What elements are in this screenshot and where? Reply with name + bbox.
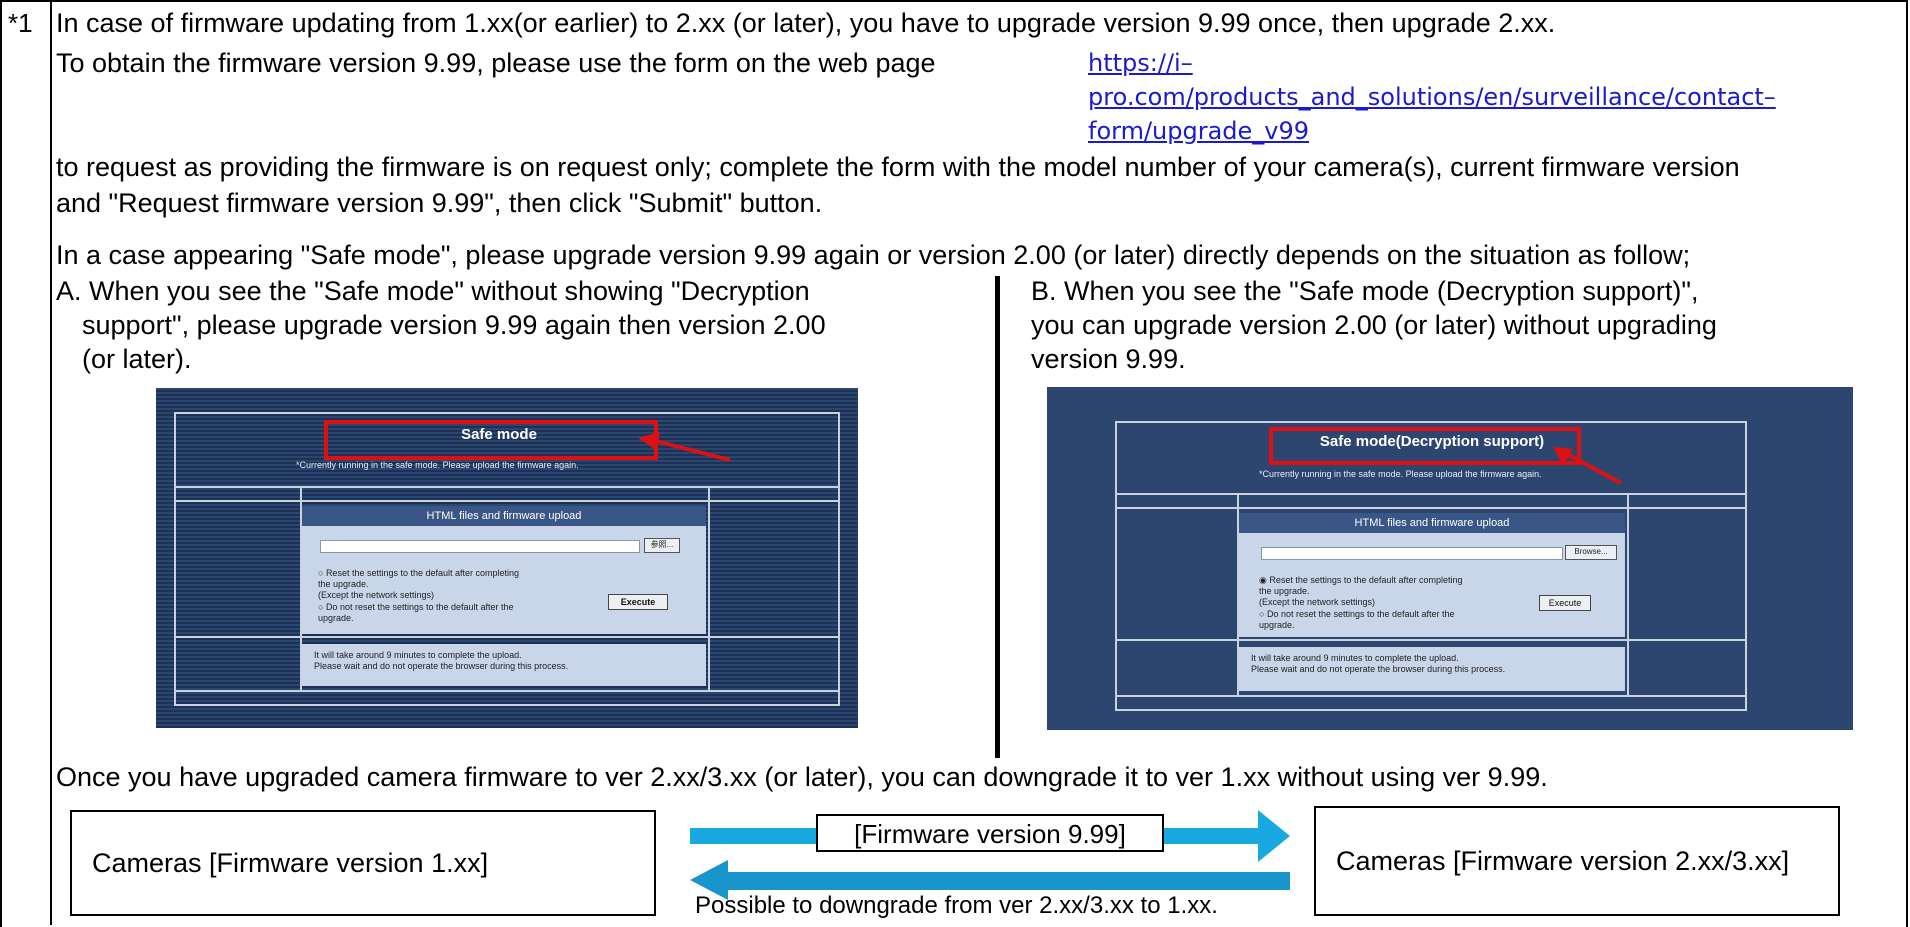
request-form-link[interactable]: https://i– pro.com/products_and_solution… (1088, 46, 1776, 148)
browse-button[interactable]: 参照... (644, 538, 680, 553)
case-b-line: B. When you see the "Safe mode (Decrypti… (1031, 276, 1699, 306)
link-line: https://i– (1088, 49, 1193, 77)
upload-header: HTML files and firmware upload (1239, 513, 1625, 533)
option-keep-line: ○ Do not reset the settings to the defau… (318, 602, 514, 612)
para-safe-mode: In a case appearing "Safe mode", please … (56, 240, 1691, 270)
case-divider (995, 276, 1000, 758)
option-reset[interactable]: ◉ Reset the settings to the default afte… (1259, 575, 1462, 608)
option-reset-line: (Except the network settings) (318, 590, 435, 600)
case-b-text: B. When you see the "Safe mode (Decrypti… (1031, 274, 1717, 376)
wait-message: It will take around 9 minutes to complet… (1239, 647, 1625, 691)
option-keep[interactable]: ○ Do not reset the settings to the defau… (1259, 609, 1455, 631)
safe-mode-note: *Currently running in the safe mode. Ple… (1259, 469, 1542, 479)
column-separator (50, 0, 52, 925)
option-keep-line: ○ Do not reset the settings to the defau… (1259, 609, 1455, 619)
link-line: pro.com/products_and_solutions/en/survei… (1088, 83, 1776, 111)
red-pointer-arrow-icon (638, 432, 731, 462)
option-keep-line: upgrade. (1259, 620, 1295, 630)
divider (1627, 493, 1629, 695)
wait-line: It will take around 9 minutes to complet… (1251, 653, 1459, 663)
case-b-line: you can upgrade version 2.00 (or later) … (1031, 310, 1717, 340)
divider (1115, 507, 1745, 509)
execute-button[interactable]: Execute (1539, 595, 1591, 611)
case-a-text: A. When you see the "Safe mode" without … (56, 274, 826, 376)
case-a-line: (or later). (82, 344, 192, 374)
cameras-v1-box: Cameras [Firmware version 1.xx] (70, 810, 656, 916)
footnote-marker: *1 (8, 8, 33, 38)
option-reset-line: (Except the network settings) (1259, 597, 1376, 607)
divider (708, 486, 710, 690)
case-a-line: support", please upgrade version 9.99 ag… (82, 310, 826, 340)
safe-mode-note: *Currently running in the safe mode. Ple… (296, 460, 579, 470)
highlight-box (324, 420, 658, 460)
link-line: form/upgrade_v99 (1088, 117, 1310, 145)
option-reset[interactable]: ○ Reset the settings to the default afte… (318, 568, 519, 601)
upload-header: HTML files and firmware upload (302, 506, 706, 526)
firmware-999-label: [Firmware version 9.99] (816, 814, 1164, 852)
red-pointer-arrow-icon (1553, 447, 1622, 485)
safe-mode-screenshot-b: Safe mode(Decryption support) *Currently… (1047, 387, 1853, 730)
file-path-input[interactable] (320, 540, 640, 553)
cameras-v2-box: Cameras [Firmware version 2.xx/3.xx] (1314, 806, 1840, 916)
safe-mode-screenshot-a: Safe mode *Currently running in the safe… (156, 388, 858, 728)
option-reset-line: the upgrade. (318, 579, 369, 589)
option-reset-line: ◉ Reset the settings to the default afte… (1259, 575, 1463, 585)
highlight-box (1269, 427, 1581, 465)
execute-button[interactable]: Execute (608, 594, 668, 610)
para-obtain-firmware: To obtain the firmware version 9.99, ple… (56, 48, 936, 78)
divider (174, 500, 838, 502)
option-keep[interactable]: ○ Do not reset the settings to the defau… (318, 602, 514, 624)
downgrade-note: Possible to downgrade from ver 2.xx/3.xx… (695, 892, 1218, 919)
para-request-line2: and "Request firmware version 9.99", the… (56, 188, 823, 218)
divider (1115, 639, 1745, 641)
divider (174, 486, 838, 488)
divider (1115, 695, 1745, 697)
divider (1115, 493, 1745, 495)
wait-line: It will take around 9 minutes to complet… (314, 650, 522, 660)
case-b-line: version 9.99. (1031, 344, 1186, 374)
wait-line: Please wait and do not operate the brows… (1251, 664, 1506, 674)
divider (174, 690, 838, 692)
option-reset-line: the upgrade. (1259, 586, 1310, 596)
option-reset-line: ○ Reset the settings to the default afte… (318, 568, 520, 578)
para-request-line1: to request as providing the firmware is … (56, 152, 1740, 182)
case-a-line: A. When you see the "Safe mode" without … (56, 276, 810, 306)
option-keep-line: upgrade. (318, 613, 354, 623)
wait-message: It will take around 9 minutes to complet… (302, 644, 706, 686)
divider (174, 636, 838, 638)
file-path-input[interactable] (1261, 547, 1563, 560)
para-firmware-update: In case of firmware updating from 1.xx(o… (56, 8, 1556, 38)
browse-button[interactable]: Browse... (1565, 545, 1617, 560)
wait-line: Please wait and do not operate the brows… (314, 661, 569, 671)
para-downgrade: Once you have upgraded camera firmware t… (56, 762, 1548, 792)
